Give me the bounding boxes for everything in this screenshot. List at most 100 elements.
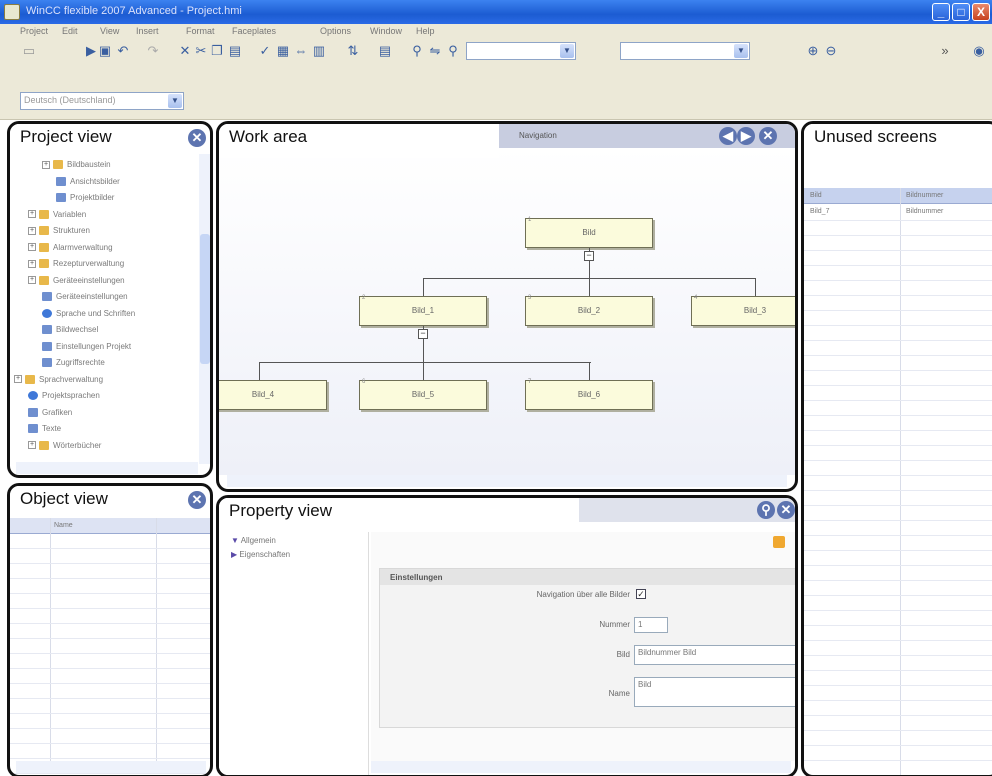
tree-item[interactable]: Texte — [28, 424, 61, 434]
tree-item[interactable]: Ansichtsbilder — [56, 177, 120, 186]
tree-item[interactable]: + Bildbaustein — [42, 160, 111, 170]
zoom-combo[interactable]: ▼ — [620, 42, 750, 60]
open-icon[interactable]: ▶ — [84, 44, 98, 58]
close-icon[interactable]: ✕ — [188, 491, 206, 509]
screen-field[interactable]: Bildnummer Bild — [634, 645, 795, 665]
paste-icon[interactable]: ▤ — [228, 44, 242, 58]
save-icon[interactable]: ▣ — [98, 44, 112, 58]
menu-project[interactable]: Project — [20, 26, 48, 36]
tree-item[interactable]: + Rezepturverwaltung — [28, 259, 124, 269]
tree-item[interactable]: + Wörterbücher — [28, 441, 101, 450]
expand-icon[interactable]: + — [28, 243, 36, 252]
expand-icon[interactable]: + — [42, 160, 50, 169]
find-icon[interactable]: ⚲ — [410, 44, 424, 58]
tree-item[interactable]: Projektbilder — [56, 193, 114, 203]
pin-icon[interactable]: ⚲ — [757, 501, 775, 519]
minimize-button[interactable]: _ — [932, 3, 950, 21]
vertical-scrollbar[interactable] — [199, 154, 210, 464]
tree-item[interactable]: + Strukturen — [28, 226, 90, 236]
group-icon[interactable]: ▤ — [378, 44, 392, 58]
undo-icon[interactable]: ↶ — [116, 44, 130, 58]
tab-navigation[interactable]: Navigation — [519, 131, 557, 140]
check-icon[interactable]: ✓ — [258, 44, 272, 58]
menu-help[interactable]: Help — [416, 26, 435, 36]
screen-node[interactable]: 1 Bild — [525, 217, 653, 248]
navigation-editor[interactable]: 1 Bild − 2 Bild_1 3 Bild_2 4 Bild_3 − 5Bild_4 6 Bild… — [219, 148, 795, 475]
menu-edit[interactable]: Edit — [62, 26, 78, 36]
expand-icon[interactable]: + — [28, 226, 36, 235]
expand-icon[interactable]: + — [28, 259, 36, 268]
zoom-out-icon[interactable]: ⊖ — [824, 44, 838, 58]
number-stepper[interactable]: 1 — [634, 617, 668, 633]
expand-icon[interactable]: + — [14, 375, 22, 384]
help-icon[interactable]: ◉ — [972, 44, 986, 58]
chevron-down-icon[interactable]: ▼ — [560, 44, 574, 58]
collapse-icon[interactable]: − — [584, 251, 594, 261]
horizontal-scrollbar[interactable] — [227, 475, 787, 487]
maximize-button[interactable]: □ — [952, 3, 970, 21]
tree-item[interactable]: Bildwechsel — [42, 325, 98, 335]
menu-format[interactable]: Format — [186, 26, 215, 36]
menu-window[interactable]: Window — [370, 26, 402, 36]
tree-item[interactable]: + Alarmverwaltung — [28, 243, 113, 252]
tree-item[interactable]: + Sprachverwaltung — [14, 375, 103, 384]
chevron-down-icon[interactable]: ▼ — [168, 94, 182, 108]
tree-item[interactable]: Geräteeinstellungen — [42, 292, 128, 302]
name-field[interactable]: Bild — [634, 677, 795, 707]
tree-item[interactable]: + Variablen — [28, 210, 86, 219]
overflow-icon[interactable]: » — [938, 44, 952, 58]
menu-options[interactable]: Options — [320, 26, 351, 36]
horizontal-scrollbar[interactable] — [16, 462, 198, 474]
runtime-icon[interactable]: ▥ — [312, 44, 326, 58]
chevron-down-icon[interactable]: ▼ — [734, 44, 748, 58]
grid-line — [10, 608, 210, 609]
redo-icon[interactable]: ↷ — [146, 44, 160, 58]
replace-icon[interactable]: ⇋ — [428, 44, 442, 58]
screen-node[interactable]: 7 Bild_6 — [525, 379, 653, 410]
navigation-checkbox[interactable]: ✓ — [636, 589, 646, 599]
column-header[interactable]: Bildnummer — [906, 192, 943, 199]
screen-node[interactable]: 3 Bild_2 — [525, 295, 653, 326]
tree-item[interactable]: Grafiken — [28, 408, 72, 417]
new-icon[interactable]: ▭ — [22, 44, 36, 58]
category-general[interactable]: ▼ Allgemein — [231, 536, 276, 545]
tree-item[interactable]: Zugriffsrechte — [42, 358, 105, 368]
menu-insert[interactable]: Insert — [136, 26, 159, 36]
horizontal-scrollbar[interactable] — [371, 761, 791, 773]
tree-item[interactable]: + Geräteeinstellungen — [28, 276, 125, 285]
compile-icon[interactable]: ▦ — [276, 44, 290, 58]
close-icon[interactable]: ✕ — [777, 501, 795, 519]
collapse-icon[interactable]: − — [418, 329, 428, 339]
tree-item[interactable]: Projektsprachen — [28, 391, 100, 401]
screen-node[interactable]: 2 Bild_1 — [359, 295, 487, 326]
screen-node[interactable]: 6 Bild_5 — [359, 379, 487, 410]
menu-view[interactable]: View — [100, 26, 119, 36]
category-properties[interactable]: ▶ Eigenschaften — [231, 550, 290, 559]
close-icon[interactable]: ✕ — [188, 129, 206, 147]
expand-icon[interactable]: + — [28, 210, 36, 219]
column-header[interactable]: Name — [54, 522, 73, 529]
next-tab-icon[interactable]: ▶ — [737, 127, 755, 145]
tree-item[interactable]: Sprache und Schriften — [42, 309, 135, 318]
expand-icon[interactable]: + — [28, 276, 36, 285]
prev-tab-icon[interactable]: ◀ — [719, 127, 737, 145]
font-combo[interactable]: ▼ — [466, 42, 576, 60]
screen-node[interactable]: 4 Bild_3 — [691, 295, 795, 326]
copy-icon[interactable]: ❐ — [210, 44, 224, 58]
align-icon[interactable]: ⇅ — [346, 44, 360, 58]
screen-node[interactable]: 5Bild_4 — [219, 380, 327, 410]
horizontal-scrollbar[interactable] — [16, 761, 206, 773]
close-button[interactable]: X — [972, 3, 990, 21]
cut-icon[interactable]: ✂ — [194, 44, 208, 58]
delete-icon[interactable]: ✕ — [178, 44, 192, 58]
table-row[interactable]: Bild_7 Bildnummer — [804, 206, 992, 220]
menu-faceplates[interactable]: Faceplates — [232, 26, 276, 36]
column-header[interactable]: Bild — [810, 192, 822, 199]
expand-icon[interactable]: + — [28, 441, 36, 450]
zoom-in-icon[interactable]: ⊕ — [806, 44, 820, 58]
transfer-icon[interactable]: ⇔ — [294, 44, 308, 58]
cross-reference-icon[interactable]: ⚲ — [446, 44, 460, 58]
language-combo[interactable]: Deutsch (Deutschland) ▼ — [20, 92, 184, 110]
tree-item[interactable]: Einstellungen Projekt — [42, 342, 131, 351]
close-icon[interactable]: ✕ — [759, 127, 777, 145]
